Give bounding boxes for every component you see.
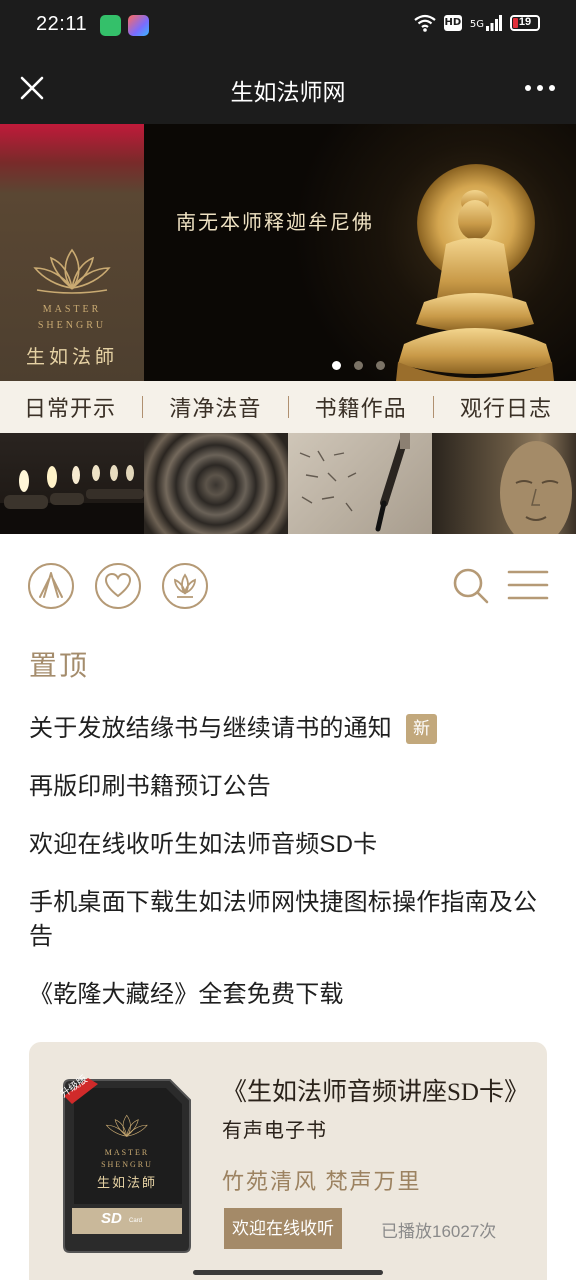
banner-logo-panel: MASTER SHENGRU 生如法師: [0, 124, 144, 381]
carousel-dot-active[interactable]: [332, 361, 341, 370]
home-indicator[interactable]: [193, 1270, 383, 1275]
status-bar: 22:11 HD 5G 19: [0, 0, 576, 52]
banner-carousel[interactable]: MASTER SHENGRU 生如法師 南无本师释迦牟尼佛: [0, 124, 576, 381]
favorite-button[interactable]: [95, 563, 141, 609]
promo-title: 《生如法师音频讲座SD卡》: [222, 1079, 529, 1106]
palms-together-icon: [39, 572, 63, 598]
menu-icon[interactable]: [507, 569, 549, 601]
search-icon[interactable]: [452, 567, 490, 605]
sd-card-shengru-text: SHENGRU: [101, 1160, 153, 1169]
notice-title: 手机桌面下载生如法师网快捷图标操作指南及公告: [29, 889, 538, 950]
logo-shengru-text: SHENGRU: [37, 320, 107, 331]
title-bar: 生如法师网: [0, 52, 576, 124]
page-title: 生如法师网: [230, 79, 346, 105]
image-strip: [0, 433, 576, 534]
play-count: 已播放16027次: [381, 1222, 497, 1241]
incense-coil-image[interactable]: [144, 433, 288, 534]
nav-item-daily-teachings[interactable]: 日常开示: [24, 391, 116, 423]
wifi-icon: [414, 14, 436, 32]
nav-item-books[interactable]: 书籍作品: [315, 391, 407, 423]
banner-caption: 南无本师释迦牟尼佛: [176, 212, 374, 234]
sd-card-small-label: Card: [129, 1218, 143, 1224]
carousel-dot[interactable]: [354, 361, 363, 370]
buddha-statue-image[interactable]: [432, 433, 576, 534]
buddha-statue-image: [396, 190, 554, 381]
lotus-logo-icon: [33, 248, 111, 294]
battery-level: 19: [518, 16, 532, 28]
status-indicators: HD 5G 19: [414, 14, 540, 32]
notice-item[interactable]: 手机桌面下载生如法师网快捷图标操作指南及公告: [29, 886, 554, 954]
heart-icon: [104, 572, 132, 598]
banner-slide[interactable]: 南无本师释迦牟尼佛: [144, 124, 576, 381]
carousel-dots: [332, 361, 385, 370]
signal-icon: [486, 15, 502, 31]
logo-name: 生如法師: [25, 347, 118, 368]
nav-item-practice-journal[interactable]: 观行日志: [460, 391, 552, 423]
nav-divider: [287, 396, 289, 418]
notice-item[interactable]: 关于发放结缘书与继续请书的通知新: [29, 712, 554, 746]
sd-card-master-text: MASTER: [104, 1148, 150, 1157]
nav-item-dharma-audio[interactable]: 清净法音: [169, 391, 261, 423]
pinned-notice-list: 关于发放结缘书与继续请书的通知新 再版印刷书籍预订公告 欢迎在线收听生如法师音频…: [29, 712, 554, 1036]
sd-card-brand: SD: [101, 1210, 122, 1227]
hd-badge: HD: [443, 15, 462, 31]
nav-divider: [432, 396, 434, 418]
carousel-dot[interactable]: [376, 361, 385, 370]
pinned-section-title: 置顶: [29, 650, 90, 681]
toolbar: [0, 534, 576, 634]
lotus-icon: [174, 573, 196, 598]
calligraphy-image[interactable]: [288, 433, 432, 534]
promo-tagline: 竹苑清风 梵声万里: [222, 1169, 422, 1194]
candles-image[interactable]: [0, 433, 144, 534]
listen-online-button[interactable]: 欢迎在线收听: [224, 1208, 342, 1249]
notice-item[interactable]: 《乾隆大藏经》全套免费下载: [29, 978, 554, 1012]
notice-item[interactable]: 欢迎在线收听生如法师音频SD卡: [29, 828, 554, 862]
notice-title: 《乾隆大藏经》全套免费下载: [29, 981, 344, 1008]
palms-together-button[interactable]: [28, 563, 74, 609]
network-type: 5G: [469, 19, 484, 30]
notice-item[interactable]: 再版印刷书籍预订公告: [29, 770, 554, 804]
nav-divider: [142, 396, 144, 418]
promo-subtitle: 有声电子书: [222, 1120, 327, 1142]
notice-title: 关于发放结缘书与继续请书的通知: [29, 715, 392, 742]
notice-title: 再版印刷书籍预订公告: [29, 773, 271, 800]
status-time: 22:11: [36, 13, 88, 35]
app-notification-icon-2: [128, 15, 149, 36]
sd-card-name: 生如法師: [96, 1175, 157, 1190]
more-icon[interactable]: [522, 76, 558, 100]
logo-master-text: MASTER: [42, 304, 102, 315]
category-nav: 日常开示 清净法音 书籍作品 观行日志: [0, 381, 576, 433]
lotus-button[interactable]: [162, 563, 208, 609]
sd-card-promo[interactable]: 升级版 MASTER SHENGRU 生如法師 SD Card 《生如法师音频讲…: [29, 1042, 547, 1280]
new-badge: 新: [406, 714, 438, 744]
app-notification-icon: [100, 15, 121, 36]
battery-icon: 19: [510, 15, 540, 31]
notice-title: 欢迎在线收听生如法师音频SD卡: [29, 831, 378, 858]
